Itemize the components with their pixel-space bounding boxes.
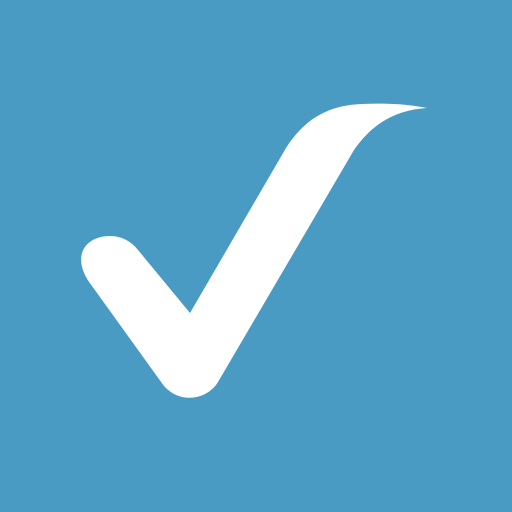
app-icon-tile <box>0 0 512 512</box>
checkmark-icon <box>81 103 427 398</box>
checkmark-glyph <box>81 103 427 398</box>
